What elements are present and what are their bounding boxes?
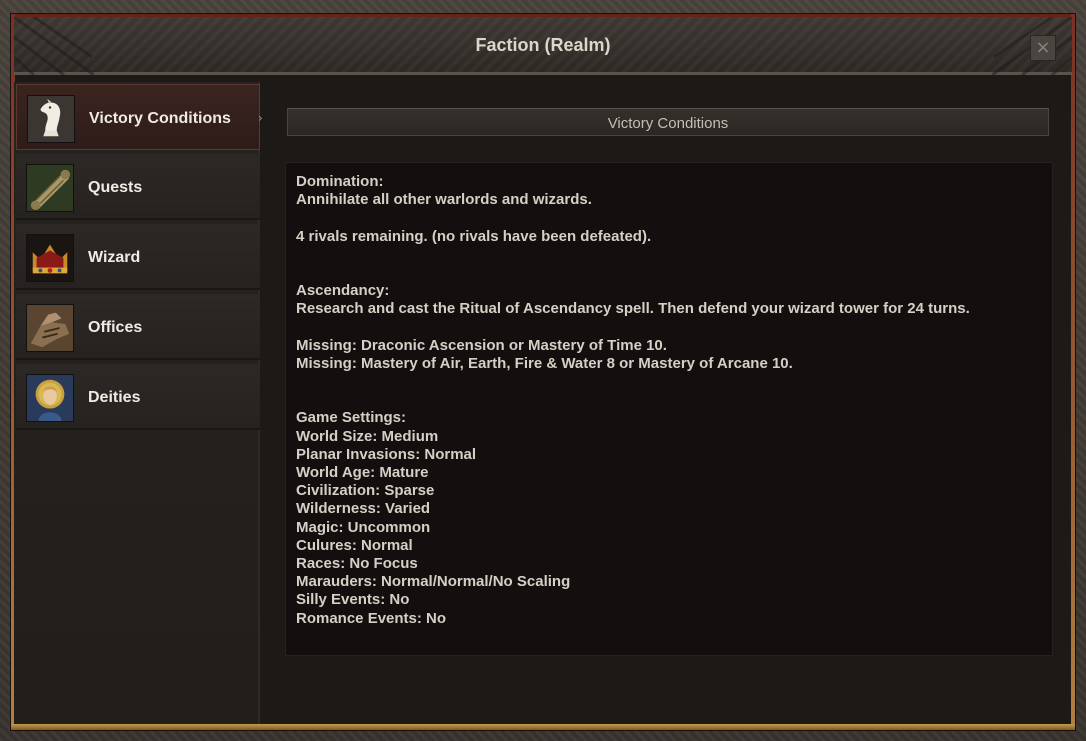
sidebar-item-quests[interactable]: Quests: [16, 154, 260, 220]
sidebar-item-deities[interactable]: Deities: [16, 364, 260, 430]
text-line: Domination:: [296, 173, 384, 190]
text-line: Planar Invasions: Normal: [296, 445, 477, 463]
gauntlet-icon: [26, 304, 74, 352]
text-line: World Size: Medium: [296, 427, 439, 445]
sidebar-item-offices[interactable]: Offices: [16, 294, 260, 360]
text-line: Wilderness: Varied: [296, 500, 431, 518]
crown-icon: [26, 234, 74, 282]
section-title: Victory Conditions: [607, 115, 729, 132]
text-line: Races: No Focus: [296, 554, 418, 572]
text-line: [296, 209, 1042, 227]
sidebar-item-label: Deities: [88, 389, 141, 406]
victory-conditions-text-panel: Domination: Annihilate all other warlord…: [285, 162, 1053, 656]
text-line: [296, 264, 1042, 282]
sidebar-item-label: Wizard: [88, 249, 141, 266]
frame-trim-bottom: [11, 724, 1075, 730]
sidebar: Victory Conditions › Quests Wizard Offic…: [14, 82, 263, 724]
sidebar-item-label: Victory Conditions: [89, 110, 231, 127]
text-line: [296, 319, 1042, 337]
text-line: Research and cast the Ritual of Ascendan…: [296, 300, 970, 318]
scroll-icon: [26, 164, 74, 212]
text-line: [296, 246, 1042, 264]
close-button[interactable]: ×: [1030, 35, 1056, 61]
text-line: Ascendancy:: [296, 282, 390, 300]
text-line: [296, 391, 1042, 409]
text-line: [296, 373, 1042, 391]
text-line: Missing: Mastery of Air, Earth, Fire & W…: [296, 354, 793, 372]
chevron-right-icon: ›: [258, 111, 263, 125]
title-bar: Faction (Realm) ×: [14, 17, 1072, 75]
sidebar-item-victory-conditions[interactable]: Victory Conditions ›: [16, 84, 263, 150]
sidebar-item-wizard[interactable]: Wizard: [16, 224, 260, 290]
text-line: Romance Events: No: [296, 609, 447, 627]
text-line: Marauders: Normal/Normal/No Scaling: [296, 573, 571, 591]
section-header: Victory Conditions: [287, 108, 1049, 136]
sidebar-item-label: Quests: [88, 179, 143, 196]
saint-portrait-icon: [26, 374, 74, 422]
text-line: 4 rivals remaining. (no rivals have been…: [296, 227, 652, 245]
text-line: Culures: Normal: [296, 536, 413, 554]
sidebar-item-label: Offices: [88, 319, 143, 336]
text-line: Silly Events: No: [296, 591, 410, 609]
text-line: Civilization: Sparse: [296, 482, 435, 500]
close-icon: ×: [1035, 37, 1051, 58]
window-title: Faction (Realm): [475, 35, 611, 55]
text-line: Missing: Draconic Ascension or Mastery o…: [296, 336, 667, 354]
chess-knight-icon: [27, 95, 75, 143]
text-line: World Age: Mature: [296, 464, 429, 481]
text-line: Annihilate all other warlords and wizard…: [296, 191, 592, 209]
text-line: Magic: Uncommon: [296, 518, 431, 536]
text-line: Game Settings:: [296, 409, 407, 427]
frame-trim-right: [1071, 14, 1075, 730]
